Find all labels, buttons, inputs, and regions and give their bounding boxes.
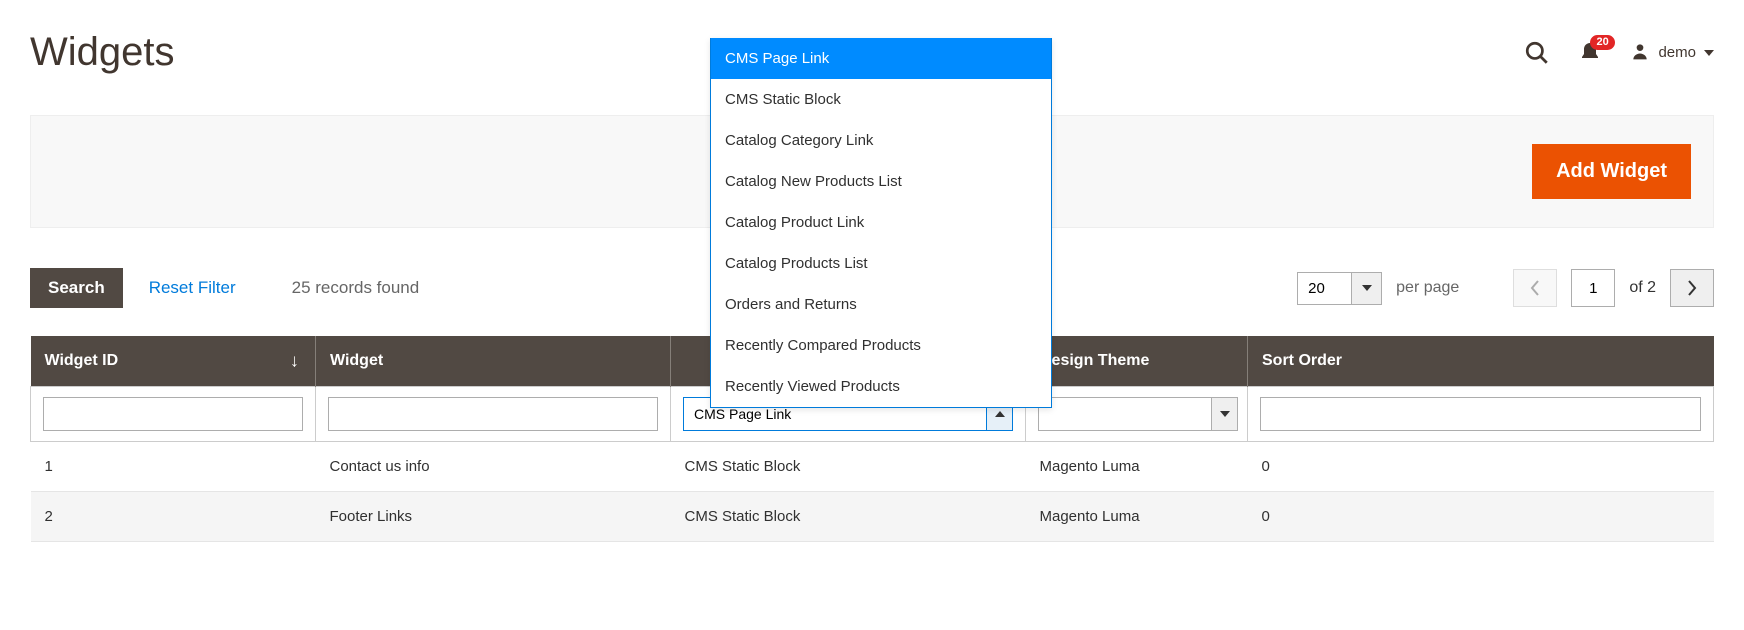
table-row[interactable]: 1 Contact us info CMS Static Block Magen… [31, 442, 1714, 492]
search-button[interactable]: Search [30, 268, 123, 308]
cell-sort: 0 [1248, 442, 1714, 492]
col-header-widget[interactable]: Widget [316, 336, 671, 387]
chevron-down-icon [1704, 50, 1714, 56]
cell-id: 1 [31, 442, 316, 492]
dropdown-option[interactable]: Recently Compared Products [711, 325, 1051, 366]
filter-theme-select[interactable] [1038, 397, 1238, 431]
chevron-down-icon [1362, 285, 1372, 291]
dropdown-option[interactable]: CMS Page Link [711, 38, 1051, 79]
cell-widget: Contact us info [316, 442, 671, 492]
reset-filter-link[interactable]: Reset Filter [149, 278, 236, 298]
next-page-button[interactable] [1670, 269, 1714, 307]
per-page-input[interactable] [1297, 272, 1352, 305]
dropdown-option[interactable]: Recently Viewed Products [711, 366, 1051, 407]
per-page-label: per page [1396, 279, 1459, 297]
col-label: Widget ID [45, 352, 119, 369]
col-label: Widget [330, 352, 383, 369]
cell-type: CMS Static Block [671, 492, 1026, 542]
col-header-widget-id[interactable]: Widget ID ↓ [31, 336, 316, 387]
page-title: Widgets [30, 30, 175, 75]
filter-theme-input[interactable] [1038, 397, 1212, 431]
dropdown-option[interactable]: Orders and Returns [711, 284, 1051, 325]
cell-theme: Magento Luma [1026, 492, 1248, 542]
notification-badge: 20 [1590, 35, 1614, 50]
filter-widget-input[interactable] [328, 397, 658, 431]
add-widget-button[interactable]: Add Widget [1532, 144, 1691, 199]
notifications-button[interactable]: 20 [1578, 41, 1602, 65]
per-page-dropdown-button[interactable] [1352, 272, 1382, 305]
dropdown-option[interactable]: Catalog Product Link [711, 202, 1051, 243]
col-label: Design Theme [1040, 352, 1149, 369]
cell-sort: 0 [1248, 492, 1714, 542]
filter-widget-id-input[interactable] [43, 397, 303, 431]
cell-id: 2 [31, 492, 316, 542]
dropdown-option[interactable]: Catalog New Products List [711, 161, 1051, 202]
filter-sort-input[interactable] [1260, 397, 1701, 431]
search-icon[interactable] [1524, 40, 1550, 66]
records-found-label: 25 records found [292, 278, 420, 298]
col-header-sort[interactable]: Sort Order [1248, 336, 1714, 387]
page-total-label: of 2 [1629, 279, 1656, 297]
cell-theme: Magento Luma [1026, 442, 1248, 492]
user-menu[interactable]: demo [1630, 41, 1714, 64]
sort-desc-icon: ↓ [290, 351, 299, 372]
chevron-down-icon [1220, 411, 1230, 417]
user-name-label: demo [1658, 44, 1696, 61]
page-number-input[interactable] [1571, 269, 1615, 307]
dropdown-option[interactable]: Catalog Category Link [711, 120, 1051, 161]
user-icon [1630, 41, 1650, 64]
prev-page-button[interactable] [1513, 269, 1557, 307]
col-label: Sort Order [1262, 352, 1342, 369]
chevron-up-icon [995, 411, 1005, 417]
dropdown-option[interactable]: Catalog Products List [711, 243, 1051, 284]
filter-type-dropdown-list[interactable]: CMS Page LinkCMS Static BlockCatalog Cat… [710, 38, 1052, 408]
cell-type: CMS Static Block [671, 442, 1026, 492]
col-header-theme[interactable]: Design Theme [1026, 336, 1248, 387]
filter-theme-dropdown-button[interactable] [1212, 397, 1238, 431]
dropdown-option[interactable]: CMS Static Block [711, 79, 1051, 120]
per-page-select[interactable] [1297, 272, 1382, 305]
cell-widget: Footer Links [316, 492, 671, 542]
table-row[interactable]: 2 Footer Links CMS Static Block Magento … [31, 492, 1714, 542]
